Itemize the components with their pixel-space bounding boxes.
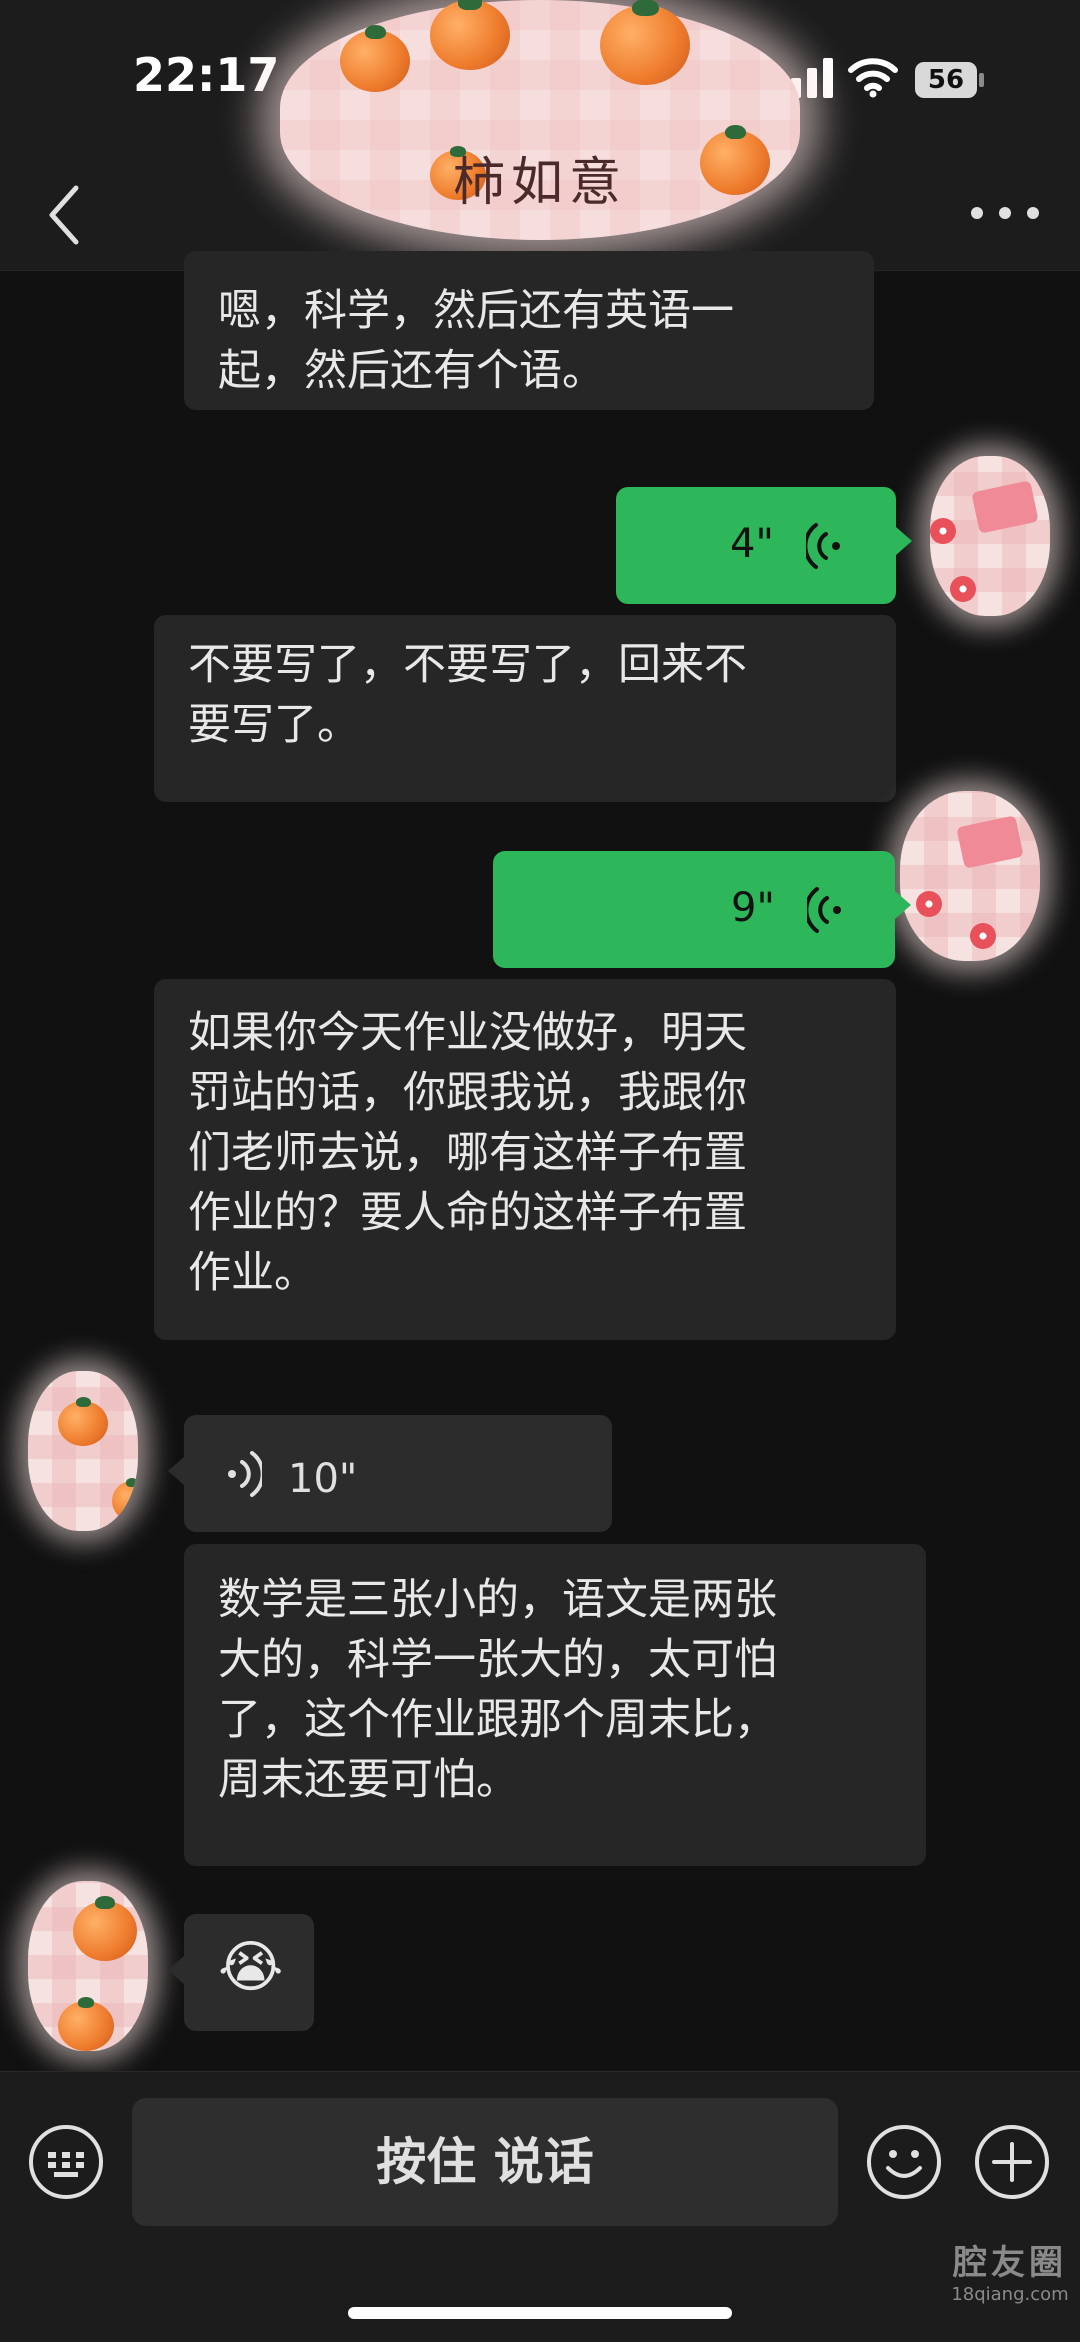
- crying-laughing-emoji: 😭: [218, 1935, 284, 2000]
- persimmon-icon: [73, 1896, 137, 1961]
- home-indicator[interactable]: [348, 2307, 732, 2319]
- voice-wave-icon: [228, 1451, 262, 1497]
- persimmon-icon: [600, 0, 690, 85]
- voice-duration: 9": [731, 885, 775, 931]
- emoji-icon[interactable]: [866, 2124, 942, 2200]
- flower-icon: [916, 891, 942, 917]
- message-line: 作业。: [188, 1248, 317, 1298]
- flower-icon: [950, 576, 976, 602]
- laptop-sticker-icon: [956, 815, 1024, 869]
- voice-wave-icon: [806, 523, 840, 569]
- contact-name-sticker: 柿如意: [280, 0, 800, 240]
- message-line: 周末还要可怕。: [218, 1755, 519, 1805]
- message-line: 大的，科学一张大的，太可怕: [218, 1635, 777, 1685]
- input-bar: 按住 说话: [0, 2071, 1080, 2342]
- message-line: 们老师去说，哪有这样子布置: [188, 1128, 747, 1178]
- more-icon[interactable]: [965, 198, 1045, 228]
- persimmon-icon: [58, 1397, 108, 1446]
- chat-messages[interactable]: 嗯，科学，然后还有英语一 起，然后还有个语。 4" 不要写了，不要写了，回来不 …: [0, 251, 1080, 2071]
- watermark-url: 18qiang.com: [951, 2284, 1069, 2305]
- wifi-icon: [848, 58, 898, 98]
- persimmon-icon: [430, 0, 510, 70]
- my-avatar[interactable]: [930, 456, 1050, 616]
- voice-message-outgoing[interactable]: 9": [493, 851, 911, 968]
- message-bubble-incoming[interactable]: 不要写了，不要写了，回来不 要写了。: [154, 615, 896, 802]
- contact-avatar[interactable]: [28, 1881, 148, 2051]
- message-line: 不要写了，不要写了，回来不: [188, 640, 747, 690]
- battery-tip: [979, 73, 984, 87]
- voice-wave-icon: [807, 887, 841, 933]
- message-bubble-incoming[interactable]: 如果你今天作业没做好，明天 罚站的话，你跟我说，我跟你 们老师去说，哪有这样子布…: [154, 979, 896, 1340]
- message-bubble-incoming[interactable]: 嗯，科学，然后还有英语一 起，然后还有个语。: [184, 251, 874, 410]
- watermark-name: 腔友圈: [953, 2243, 1067, 2283]
- plus-icon[interactable]: [974, 2124, 1050, 2200]
- message-line: 如果你今天作业没做好，明天: [188, 1008, 747, 1058]
- message-line: 数学是三张小的，语文是两张: [218, 1575, 777, 1625]
- message-line: 罚站的话，你跟我说，我跟你: [188, 1068, 747, 1118]
- emoji-message-incoming[interactable]: 😭: [168, 1914, 314, 2031]
- persimmon-icon: [58, 1997, 114, 2051]
- flower-icon: [930, 518, 956, 544]
- contact-name: 柿如意: [452, 153, 627, 213]
- voice-duration: 10": [288, 1456, 358, 1502]
- chevron-left-icon[interactable]: [40, 180, 90, 250]
- laptop-sticker-icon: [971, 480, 1039, 534]
- message-line: 要写了。: [188, 700, 360, 750]
- site-watermark: 腔友圈 18qiang.com: [940, 2235, 1080, 2305]
- persimmon-icon: [340, 25, 410, 92]
- voice-duration: 4": [730, 521, 774, 567]
- persimmon-icon: [112, 1477, 138, 1521]
- flower-icon: [970, 923, 996, 949]
- message-line: 起，然后还有个语。: [218, 346, 605, 396]
- my-avatar[interactable]: [900, 791, 1040, 961]
- keyboard-icon[interactable]: [28, 2124, 104, 2200]
- contact-avatar[interactable]: [28, 1371, 138, 1531]
- battery-icon: 56: [915, 62, 987, 98]
- hold-to-talk-button[interactable]: 按住 说话: [132, 2098, 838, 2226]
- message-line: 作业的？要人命的这样子布置: [188, 1188, 747, 1238]
- battery-level: 56: [915, 62, 977, 98]
- status-time: 22:17: [133, 48, 280, 102]
- voice-message-incoming[interactable]: 10": [168, 1415, 612, 1532]
- message-bubble-incoming[interactable]: 数学是三张小的，语文是两张 大的，科学一张大的，太可怕 了，这个作业跟那个周末比…: [184, 1544, 926, 1866]
- message-line: 嗯，科学，然后还有英语一: [218, 286, 734, 336]
- voice-message-outgoing[interactable]: 4": [616, 487, 912, 604]
- message-line: 了，这个作业跟那个周末比，: [218, 1695, 777, 1745]
